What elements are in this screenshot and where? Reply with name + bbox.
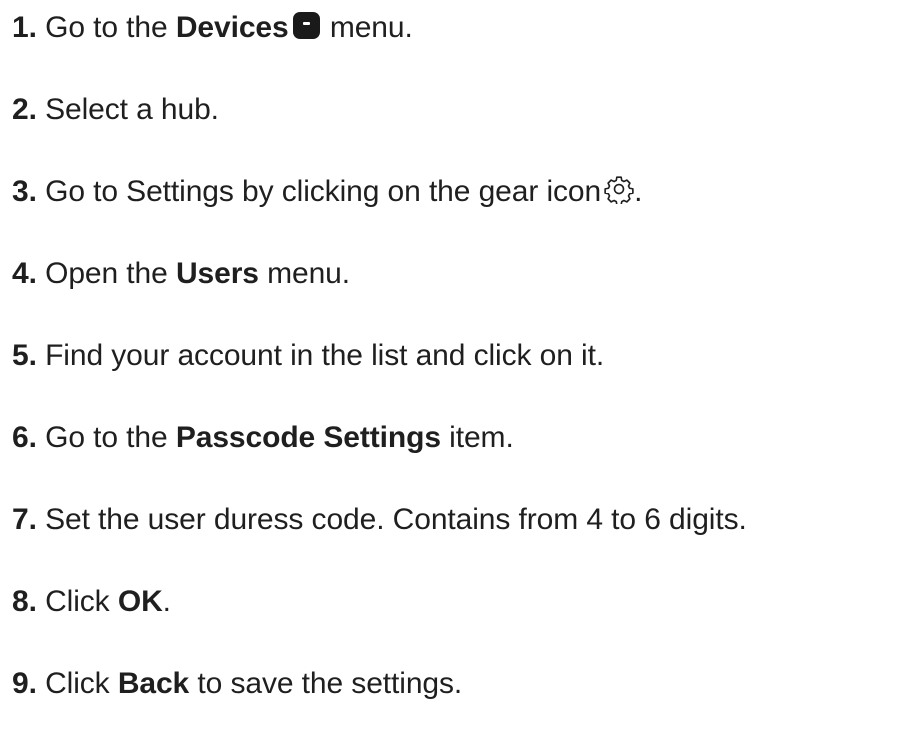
step-number: 5. — [12, 339, 37, 372]
step-5: 5. Find your account in the list and cli… — [12, 338, 900, 374]
step-number: 6. — [12, 421, 37, 454]
step-text: Go to Settings by clicking on the gear i… — [45, 175, 602, 208]
step-text: item. — [449, 421, 514, 454]
step-text: . — [634, 175, 643, 208]
step-text: . — [162, 585, 171, 618]
step-text: Set the user duress code. Contains from … — [45, 503, 747, 536]
step-number: 3. — [12, 175, 37, 208]
step-number: 9. — [12, 667, 37, 700]
step-3: 3. Go to Settings by clicking on the gea… — [12, 174, 900, 210]
instruction-steps: 1. Go to the Devices menu. 2. Select a h… — [12, 10, 900, 702]
step-number: 4. — [12, 257, 37, 290]
devices-icon — [292, 12, 320, 39]
step-4: 4. Open the Users menu. — [12, 256, 900, 292]
step-text: Find your account in the list and click … — [45, 339, 605, 372]
step-number: 7. — [12, 503, 37, 536]
step-text: Go to the — [45, 11, 168, 44]
step-number: 1. — [12, 11, 37, 44]
gear-icon — [604, 176, 634, 204]
step-text: Go to the — [45, 421, 168, 454]
step-text: menu. — [267, 257, 351, 290]
step-text: to save the settings. — [197, 667, 463, 700]
devices-menu-label: Devices — [175, 11, 289, 44]
step-text: menu. — [329, 11, 413, 44]
step-number: 8. — [12, 585, 37, 618]
step-6: 6. Go to the Passcode Settings item. — [12, 420, 900, 456]
ok-label: OK — [117, 585, 163, 618]
step-text: Open the — [45, 257, 168, 290]
step-text: Click — [45, 667, 110, 700]
step-7: 7. Set the user duress code. Contains fr… — [12, 502, 900, 538]
step-2: 2. Select a hub. — [12, 92, 900, 128]
users-menu-label: Users — [175, 257, 259, 290]
step-text: Select a hub. — [45, 93, 219, 126]
step-text: Click — [45, 585, 110, 618]
step-8: 8. Click OK. — [12, 584, 900, 620]
step-number: 2. — [12, 93, 37, 126]
passcode-settings-label: Passcode Settings — [175, 421, 441, 454]
back-label: Back — [117, 667, 190, 700]
step-1: 1. Go to the Devices menu. — [12, 10, 900, 46]
step-9: 9. Click Back to save the settings. — [12, 666, 900, 702]
